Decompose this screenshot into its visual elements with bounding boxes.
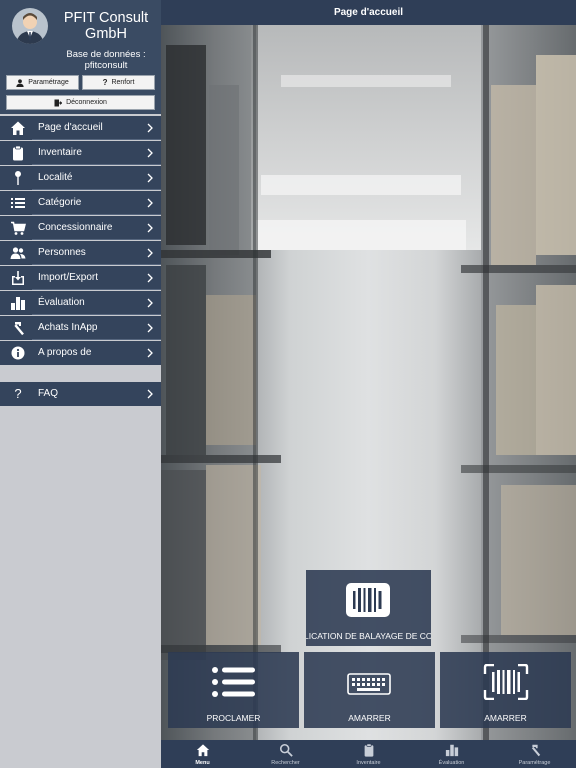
divider	[32, 139, 161, 140]
keyboard-icon	[347, 673, 391, 695]
cart-icon	[11, 221, 26, 235]
divider	[32, 164, 161, 165]
keyboard-moor-tile[interactable]: AMARRER	[304, 652, 435, 728]
sidebar-item-label: FAQ	[38, 388, 59, 399]
tab-inventory[interactable]: Inventaire	[327, 740, 410, 768]
divider	[32, 264, 161, 265]
search-icon	[279, 743, 293, 757]
reinforce-button-label: Renfort	[111, 79, 135, 86]
sidebar-item-about[interactable]: A propos de	[0, 341, 161, 365]
logout-icon	[54, 99, 63, 106]
home-content: APPLICATION DE BALAYAGE DE CODES PROCLAM…	[161, 25, 576, 740]
chevron-right-icon	[147, 148, 153, 158]
chevron-right-icon	[147, 389, 153, 399]
chevron-right-icon	[147, 348, 153, 358]
sidebar-item-label: Inventaire	[38, 147, 82, 158]
chevron-right-icon	[147, 248, 153, 258]
tab-label: Inventaire	[356, 760, 381, 766]
scan-app-tile[interactable]: APPLICATION DE BALAYAGE DE CODES	[306, 570, 431, 646]
home-icon	[196, 744, 209, 757]
proclaim-label: PROCLAMER	[206, 713, 261, 723]
barcode-scan-icon	[483, 664, 529, 700]
chevron-right-icon	[147, 173, 153, 183]
sidebar-item-home[interactable]: Page d'accueil	[0, 116, 161, 140]
sidebar-item-inapp-purchases[interactable]: Achats InApp	[0, 316, 161, 340]
barcode-moor-tile[interactable]: AMARRER	[440, 652, 571, 728]
user-icon	[16, 78, 24, 87]
pin-icon	[15, 171, 21, 185]
sidebar-item-people[interactable]: Personnes	[0, 241, 161, 265]
sidebar: PFIT Consult GmbH Base de données : pfit…	[0, 0, 161, 768]
scan-app-label: APPLICATION DE BALAYAGE DE CODES	[306, 631, 431, 641]
chevron-right-icon	[147, 198, 153, 208]
list-icon	[11, 198, 25, 208]
settings-button[interactable]: Paramétrage	[6, 75, 79, 90]
chevron-right-icon	[147, 323, 153, 333]
divider	[32, 314, 161, 315]
info-icon	[11, 346, 25, 360]
sidebar-item-dealer[interactable]: Concessionnaire	[0, 216, 161, 240]
divider	[32, 214, 161, 215]
reinforce-button[interactable]: ? Renfort	[82, 75, 155, 90]
sidebar-item-location[interactable]: Localité	[0, 166, 161, 190]
sidebar-item-label: Personnes	[38, 247, 86, 258]
chevron-right-icon	[147, 298, 153, 308]
divider	[32, 189, 161, 190]
sidebar-item-label: A propos de	[38, 347, 92, 358]
tab-label: Rechercher	[271, 760, 300, 766]
people-icon	[10, 247, 26, 259]
database-info: Base de données : pfitconsult	[56, 49, 156, 71]
company-name: PFIT Consult GmbH	[63, 10, 149, 42]
proclaim-tile[interactable]: PROCLAMER	[168, 652, 299, 728]
chevron-right-icon	[147, 123, 153, 133]
hammer-icon	[14, 322, 24, 336]
sidebar-item-label: Concessionnaire	[38, 222, 113, 233]
list-icon	[212, 667, 255, 697]
tab-menu[interactable]: Menu	[161, 740, 244, 768]
sidebar-item-category[interactable]: Catégorie	[0, 191, 161, 215]
bar-chart-icon	[445, 744, 458, 757]
question-icon: ?	[14, 386, 22, 401]
database-name: pfitconsult	[84, 60, 128, 71]
logout-button[interactable]: Déconnexion	[6, 95, 155, 110]
settings-button-label: Paramétrage	[28, 79, 69, 86]
page-title: Page d'accueil	[161, 0, 576, 25]
sidebar-item-label: Import/Export	[38, 272, 99, 283]
chevron-right-icon	[147, 223, 153, 233]
sidebar-item-import-export[interactable]: Import/Export	[0, 266, 161, 290]
divider	[32, 239, 161, 240]
sidebar-item-label: Localité	[38, 172, 73, 183]
sidebar-item-label: Page d'accueil	[38, 122, 103, 133]
tab-evaluation[interactable]: Évaluation	[410, 740, 493, 768]
bar-chart-icon	[11, 297, 25, 310]
divider	[32, 289, 161, 290]
tab-label: Menu	[195, 760, 210, 766]
tab-label: Évaluation	[438, 760, 465, 766]
tab-search[interactable]: Rechercher	[244, 740, 327, 768]
download-icon	[12, 271, 24, 285]
clipboard-icon	[13, 145, 23, 161]
bottom-navigation: Menu Rechercher Inventaire Évaluation Pa…	[161, 740, 576, 768]
sidebar-item-label: Achats InApp	[38, 322, 98, 333]
hammer-icon	[531, 744, 540, 757]
keyboard-moor-label: AMARRER	[348, 713, 391, 723]
sidebar-item-label: Évaluation	[38, 297, 85, 308]
barcode-icon	[346, 583, 390, 617]
question-icon: ?	[102, 78, 108, 87]
sidebar-item-label: Catégorie	[38, 197, 82, 208]
tab-settings[interactable]: Paramétrage	[493, 740, 576, 768]
sidebar-item-inventory[interactable]: Inventaire	[0, 141, 161, 165]
avatar	[12, 8, 48, 44]
logout-button-label: Déconnexion	[66, 99, 107, 106]
sidebar-header: PFIT Consult GmbH Base de données : pfit…	[0, 0, 161, 114]
clipboard-icon	[364, 743, 373, 757]
tab-label: Paramétrage	[518, 760, 551, 766]
sidebar-item-faq[interactable]: ? FAQ	[0, 382, 161, 406]
database-label: Base de données :	[66, 49, 146, 60]
divider	[32, 339, 161, 340]
home-icon	[11, 121, 25, 135]
chevron-right-icon	[147, 273, 153, 283]
sidebar-item-evaluation[interactable]: Évaluation	[0, 291, 161, 315]
barcode-moor-label: AMARRER	[484, 713, 527, 723]
